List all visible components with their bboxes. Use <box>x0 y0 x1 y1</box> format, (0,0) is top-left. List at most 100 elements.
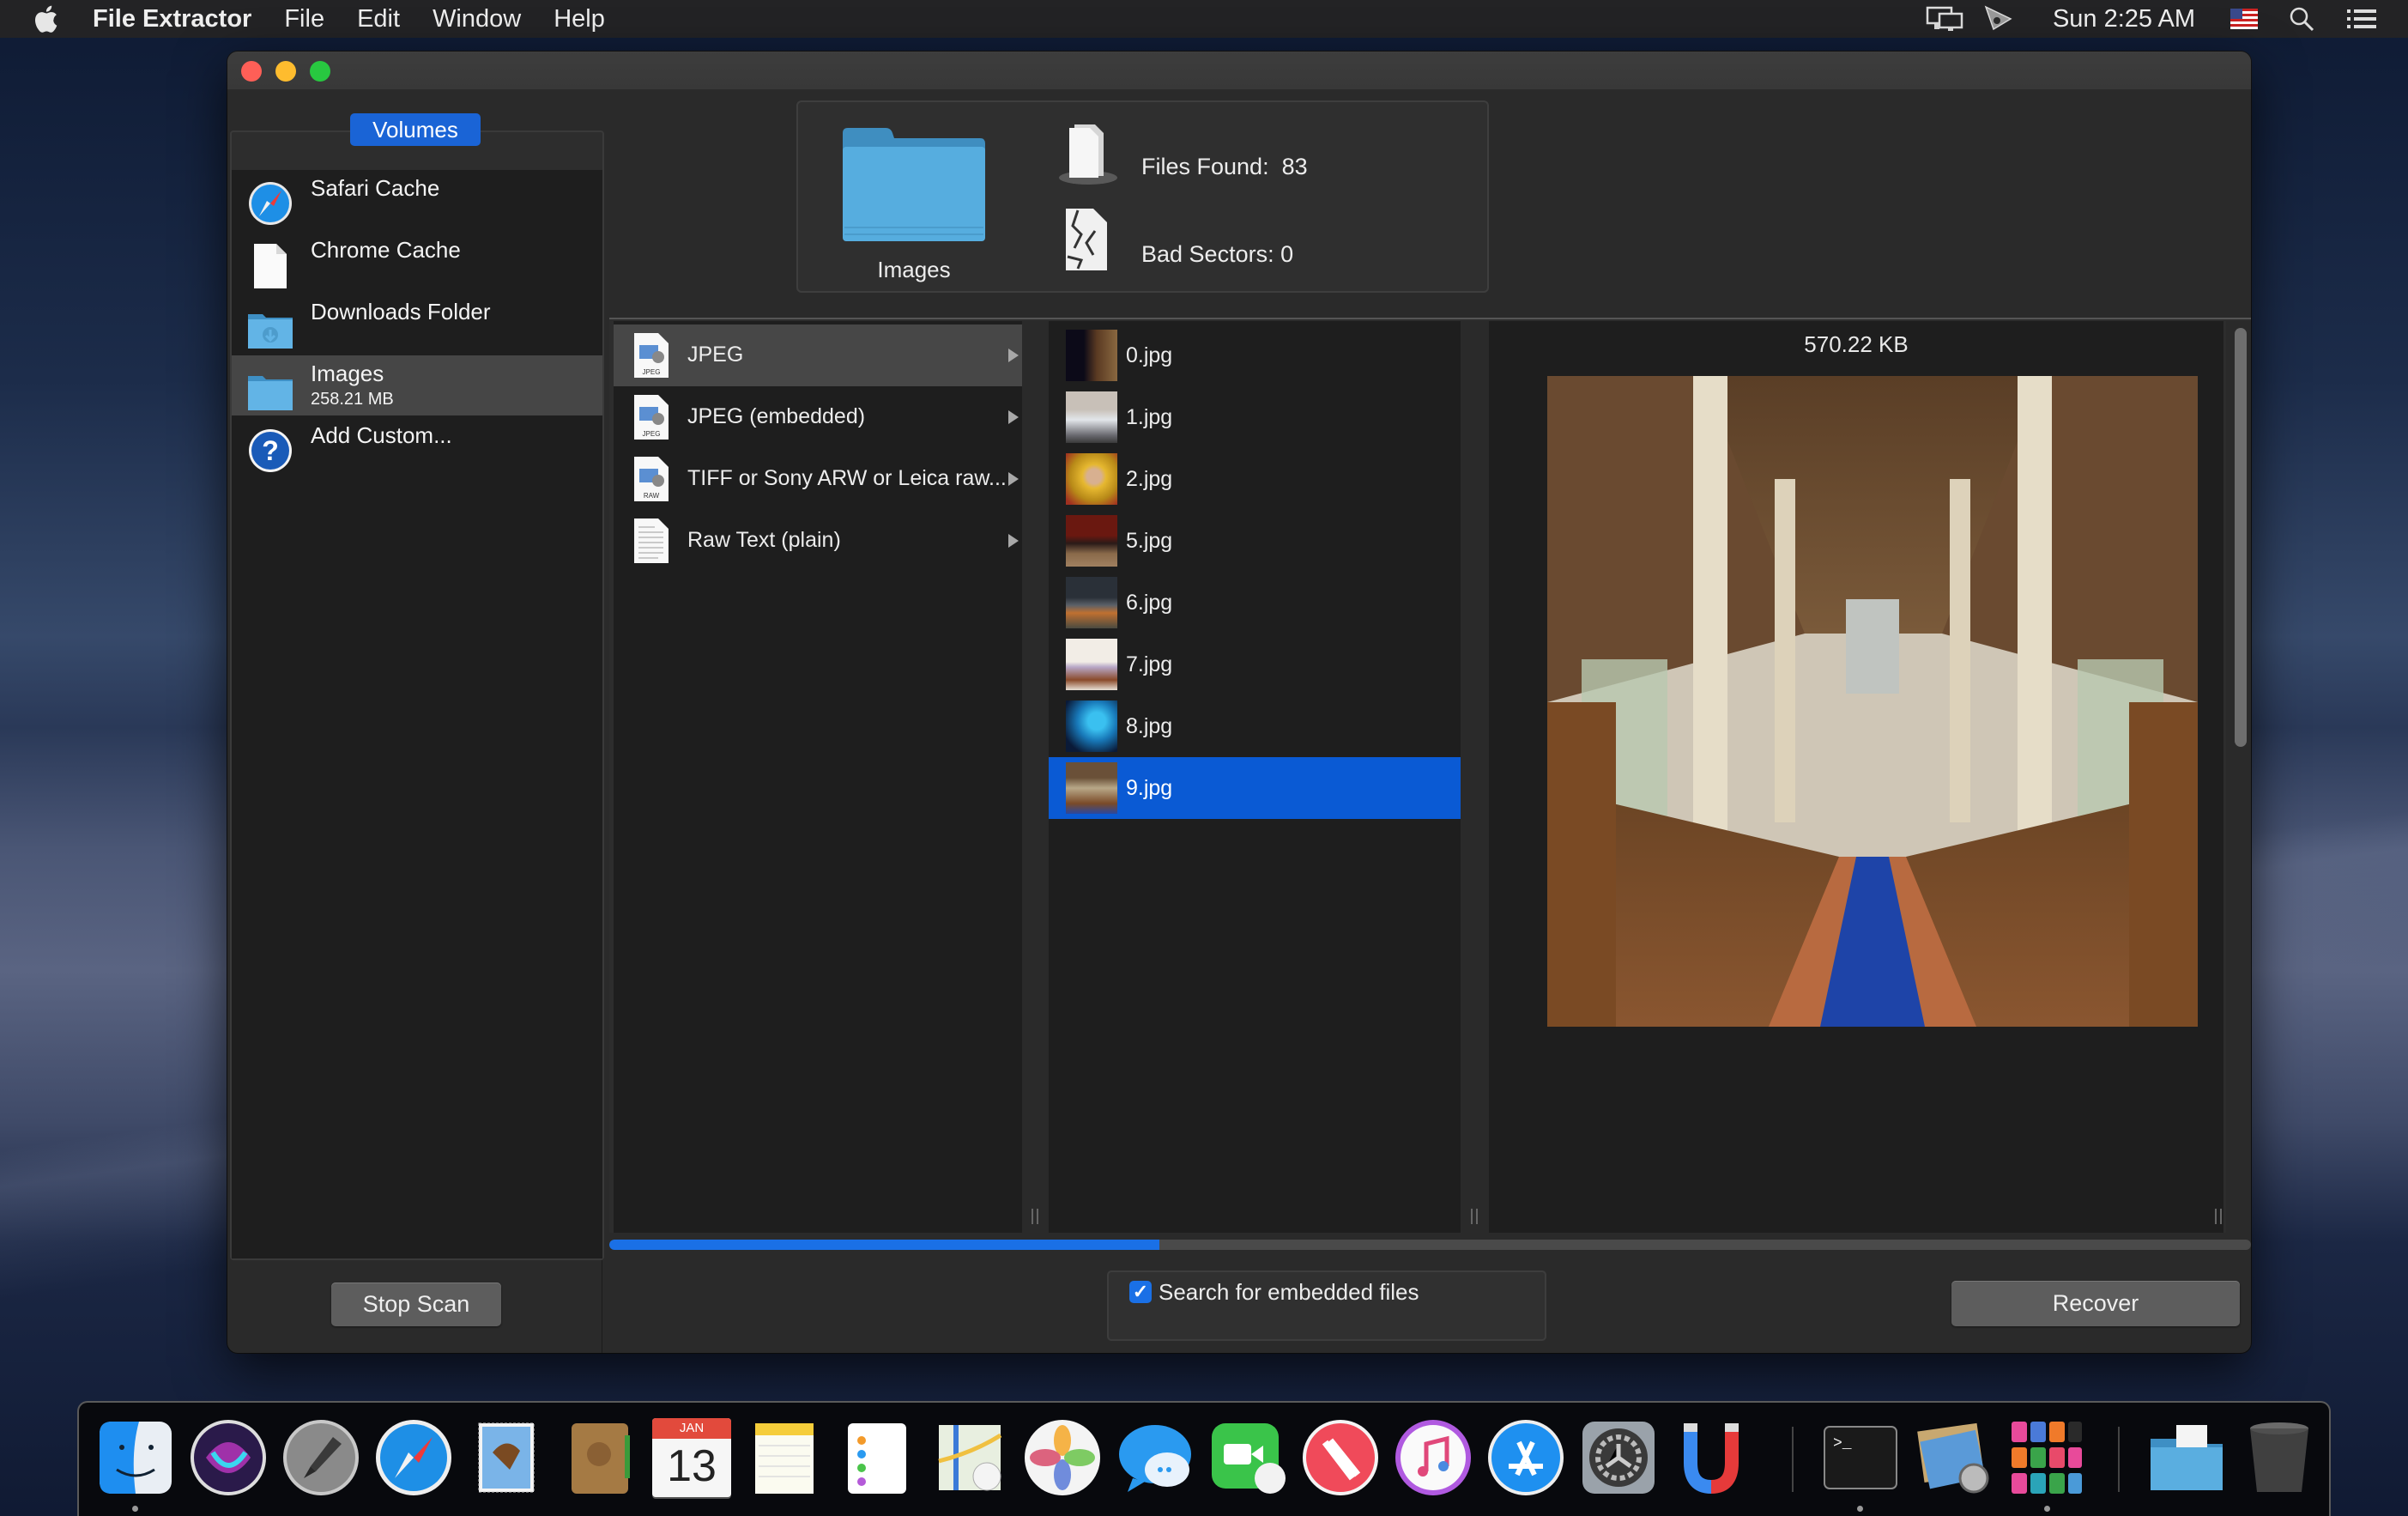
file-row[interactable]: 2.jpg <box>1049 448 1461 510</box>
file-thumbnail <box>1066 453 1117 505</box>
svg-text:JPEG: JPEG <box>643 368 661 376</box>
siri-icon[interactable] <box>189 1418 268 1497</box>
app-store-icon[interactable] <box>1486 1418 1565 1497</box>
volume-item-images[interactable]: Images 258.21 MB <box>232 355 602 415</box>
reminders-icon[interactable] <box>838 1418 917 1497</box>
file-row[interactable]: 8.jpg <box>1049 695 1461 757</box>
file-type-row[interactable]: JPEG JPEG <box>614 324 1022 386</box>
jpeg-file-icon: JPEG <box>634 333 669 378</box>
minimize-window-button[interactable] <box>275 61 296 82</box>
column-resize-handle-grip[interactable] <box>1032 1209 1038 1224</box>
bad-sectors-text: Bad Sectors: 0 <box>1141 241 1293 268</box>
preview-app-icon[interactable] <box>1914 1418 1993 1497</box>
scanned-volume-name: Images <box>877 257 951 282</box>
calendar-month: JAN <box>652 1418 731 1439</box>
messages-icon[interactable] <box>1116 1418 1195 1497</box>
jpeg-file-icon: JPEG <box>634 395 669 440</box>
zoom-window-button[interactable] <box>310 61 330 82</box>
file-thumbnail <box>1066 330 1117 381</box>
bad-sectors-label: Bad Sectors: <box>1141 241 1274 267</box>
volume-label: Images <box>311 361 384 386</box>
file-row[interactable]: 0.jpg <box>1049 324 1461 386</box>
facetime-icon[interactable] <box>1208 1418 1287 1497</box>
expand-arrow-icon <box>1008 349 1019 362</box>
embedded-files-label[interactable]: Search for embedded files <box>1159 1279 1419 1306</box>
image-preview-church-nave <box>1547 376 2198 1027</box>
file-row[interactable]: 5.jpg <box>1049 510 1461 572</box>
news-icon[interactable] <box>1301 1418 1380 1497</box>
launchpad-icon[interactable] <box>281 1418 360 1497</box>
file-row-selected[interactable]: 9.jpg <box>1049 757 1461 819</box>
recover-button[interactable]: Recover <box>1951 1281 2240 1326</box>
file-name: 1.jpg <box>1126 405 1173 429</box>
menu-window[interactable]: Window <box>433 5 521 33</box>
file-type-column: JPEG JPEG JPEG JPEG (embedded) RAW TIFF … <box>614 321 1036 1233</box>
menu-help[interactable]: Help <box>554 5 605 33</box>
file-browser: JPEG JPEG JPEG JPEG (embedded) RAW TIFF … <box>609 318 2251 1233</box>
file-type-row[interactable]: RAW TIFF or Sony ARW or Leica raw... <box>614 448 1022 510</box>
file-thumbnail <box>1066 762 1117 814</box>
close-window-button[interactable] <box>241 61 262 82</box>
file-name: 5.jpg <box>1126 529 1173 553</box>
file-row[interactable]: 6.jpg <box>1049 572 1461 634</box>
volume-item-add-custom[interactable]: ? Add Custom... <box>232 417 602 477</box>
dock: JAN 13 >_ <box>77 1401 2331 1516</box>
expand-arrow-icon <box>1008 410 1019 424</box>
app-name-menu[interactable]: File Extractor <box>93 5 251 33</box>
notes-icon[interactable] <box>745 1418 824 1497</box>
file-thumbnail <box>1066 577 1117 628</box>
embedded-files-checkbox[interactable]: ✓ <box>1129 1281 1152 1303</box>
itunes-icon[interactable] <box>1394 1418 1473 1497</box>
file-type-label: TIFF or Sony ARW or Leica raw... <box>687 466 1007 490</box>
preview-scrollbar[interactable] <box>2226 321 2251 1233</box>
volume-item-safari-cache[interactable]: Safari Cache <box>232 170 602 230</box>
system-preferences-icon[interactable] <box>1579 1418 1658 1497</box>
column-resize-handle[interactable] <box>2215 1209 2222 1224</box>
downloads-stack-icon[interactable] <box>2147 1418 2226 1497</box>
svg-text:RAW: RAW <box>644 492 660 500</box>
safari-icon <box>249 182 292 225</box>
screen-share-icon[interactable] <box>1982 0 2013 38</box>
contacts-icon[interactable] <box>560 1418 638 1497</box>
menu-edit[interactable]: Edit <box>357 5 400 33</box>
file-name: 7.jpg <box>1126 652 1173 676</box>
calendar-icon[interactable]: JAN 13 <box>652 1418 731 1497</box>
finder-icon[interactable] <box>96 1418 175 1497</box>
column-divider[interactable] <box>1022 321 1049 1233</box>
notification-center-icon[interactable] <box>2346 0 2377 38</box>
terminal-icon[interactable]: >_ <box>1821 1418 1900 1497</box>
file-row[interactable]: 7.jpg <box>1049 634 1461 695</box>
running-indicator <box>2044 1506 2050 1512</box>
trash-icon[interactable] <box>2240 1418 2319 1497</box>
column-resize-handle-grip[interactable] <box>1471 1209 1478 1224</box>
menu-file[interactable]: File <box>284 5 324 33</box>
column-divider[interactable] <box>1461 321 1489 1233</box>
safari-dock-icon[interactable] <box>374 1418 453 1497</box>
title-bar[interactable] <box>227 52 2251 89</box>
file-thumbnail <box>1066 515 1117 567</box>
file-row[interactable]: 1.jpg <box>1049 386 1461 448</box>
input-source-flag-icon[interactable] <box>2230 0 2259 38</box>
display-mirroring-icon[interactable] <box>1924 0 1967 38</box>
clock[interactable]: Sun 2:25 AM <box>2053 0 2195 38</box>
spotlight-search-icon[interactable] <box>2288 0 2315 38</box>
apple-menu-icon[interactable] <box>33 3 58 34</box>
maps-icon[interactable] <box>930 1418 1009 1497</box>
volumes-list: Safari Cache Chrome Cache Downloads Fold… <box>232 170 602 1258</box>
photos-icon[interactable] <box>1023 1418 1102 1497</box>
bad-sectors-count: 0 <box>1280 241 1294 267</box>
volume-item-downloads-folder[interactable]: Downloads Folder <box>232 294 602 354</box>
file-extractor-app-icon[interactable] <box>1672 1418 1751 1497</box>
running-indicator <box>132 1506 138 1512</box>
stop-scan-button[interactable]: Stop Scan <box>331 1283 501 1326</box>
scrollbar-thumb[interactable] <box>2235 328 2247 747</box>
help-question-icon: ? <box>249 429 292 472</box>
mail-icon[interactable] <box>467 1418 546 1497</box>
volume-item-chrome-cache[interactable]: Chrome Cache <box>232 232 602 292</box>
svg-text:>_: >_ <box>1833 1435 1852 1452</box>
file-thumbnail <box>1066 639 1117 690</box>
documents-stack-icon[interactable] <box>2006 1418 2085 1497</box>
file-type-row[interactable]: Raw Text (plain) <box>614 510 1022 572</box>
images-folder-icon <box>843 128 985 241</box>
file-type-row[interactable]: JPEG JPEG (embedded) <box>614 386 1022 448</box>
